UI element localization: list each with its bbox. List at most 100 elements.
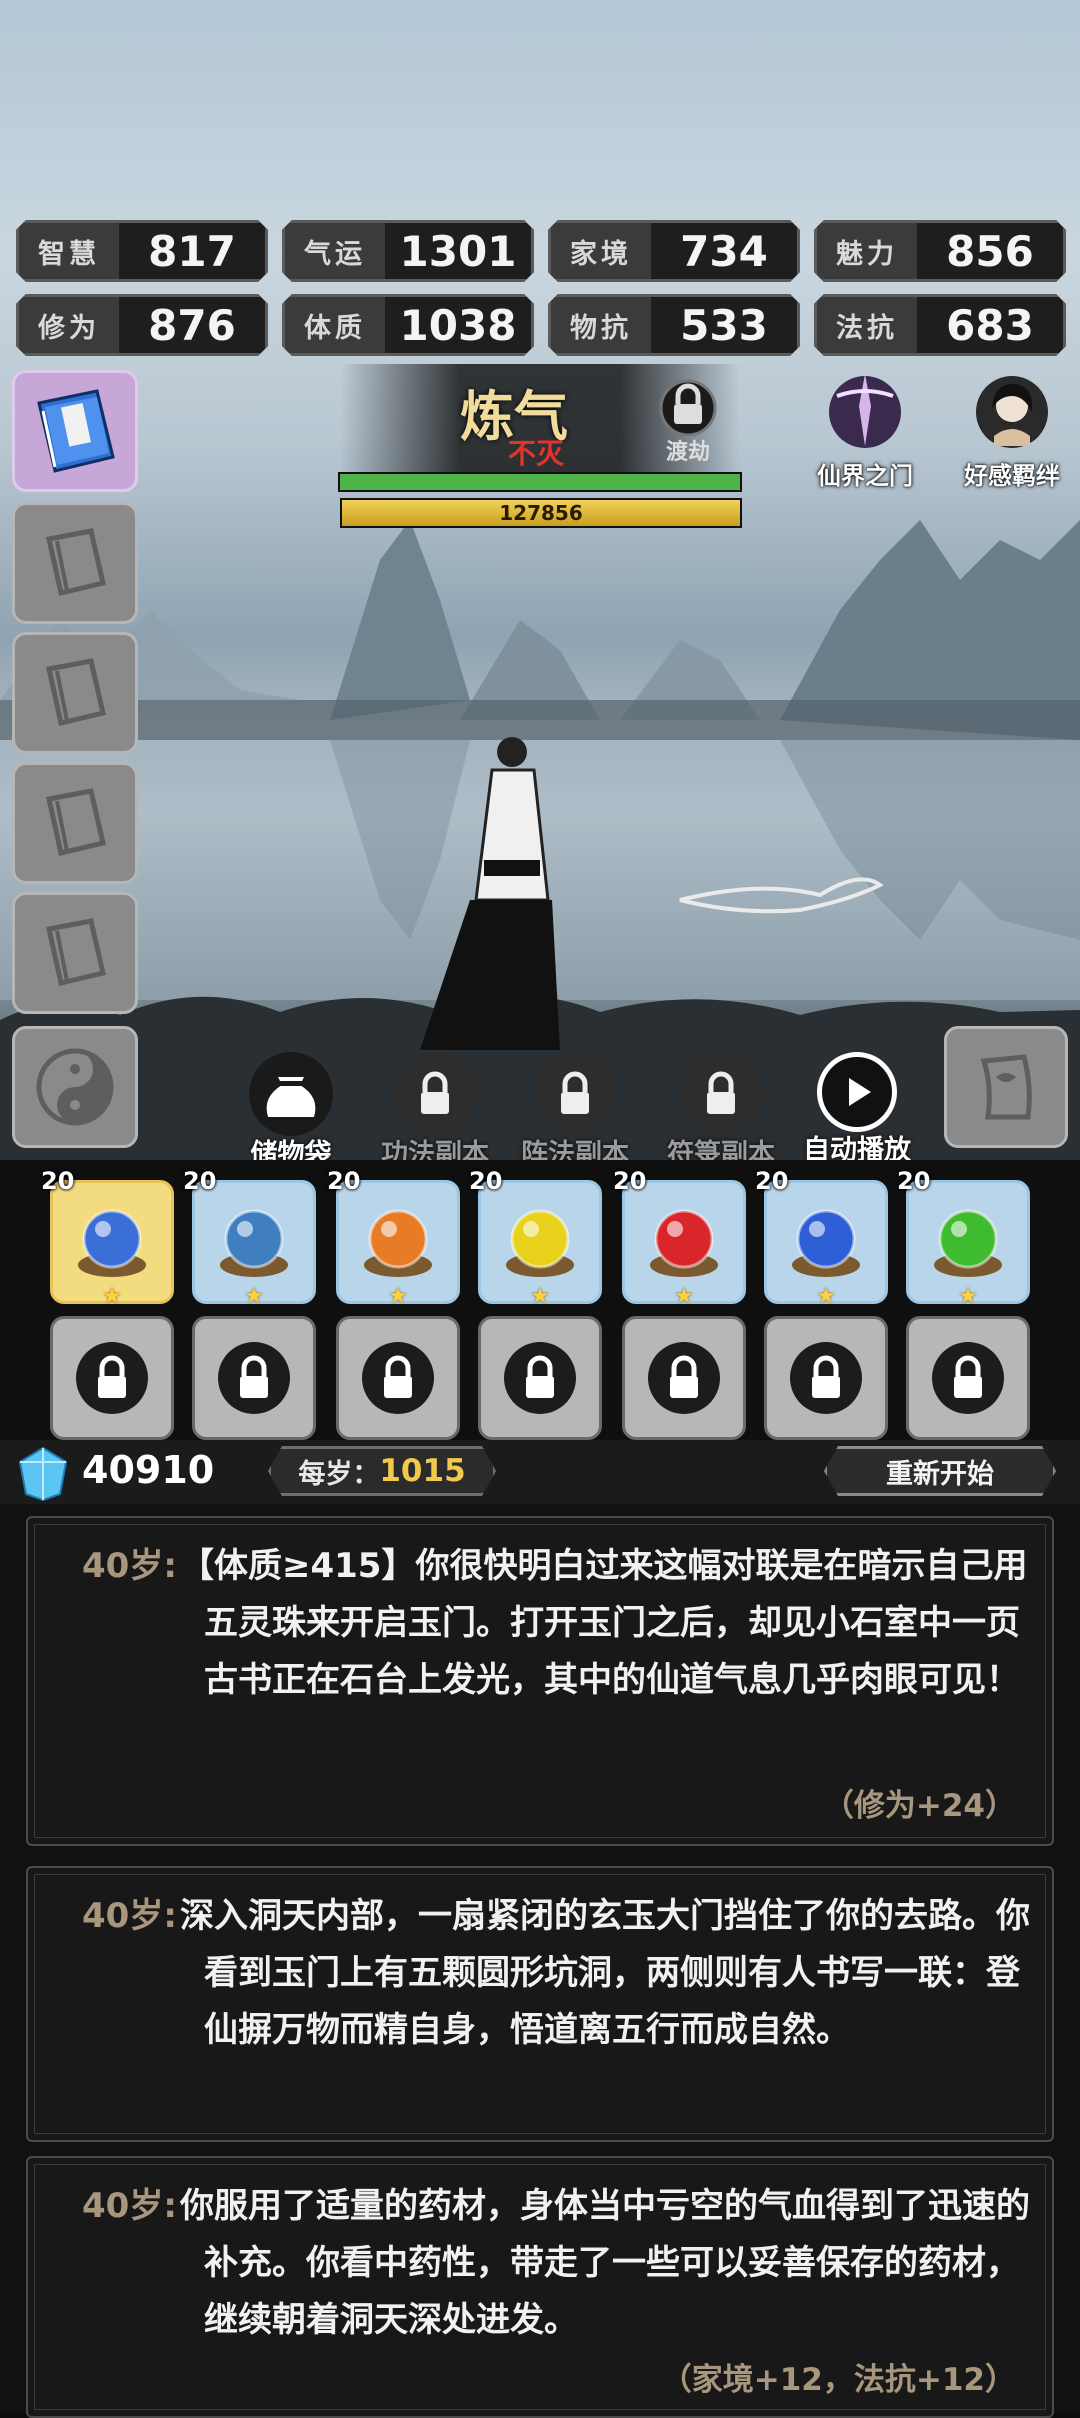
per-year-label: 每岁：	[298, 1458, 380, 1490]
stat-wisdom: 智慧 817	[16, 220, 268, 282]
scroll-button[interactable]	[944, 1026, 1068, 1148]
yin-yang-icon	[36, 1048, 114, 1126]
log-entry: 40岁: 深入洞天内部，一扇紧闭的玄玉大门挡住了你的去路。你看到玉门上有五颗圆形…	[26, 1866, 1054, 2142]
technique-dungeon-button[interactable]: 功法副本	[370, 1052, 500, 1171]
stat-label: 家境	[551, 223, 651, 279]
bag-icon	[266, 1077, 316, 1117]
affinity-button[interactable]: 好感羁绊	[944, 366, 1080, 491]
tribulation-label: 渡劫	[665, 440, 710, 465]
stat-value: 856	[946, 226, 1034, 276]
action-icon-wrap	[817, 1052, 897, 1132]
lock-icon	[790, 1342, 862, 1414]
stat-value: 1301	[399, 226, 517, 276]
storage-bag-button[interactable]: 储物袋	[226, 1052, 356, 1171]
event-log: 40岁: 【体质≥415】你很快明白过来这幅对联是在暗示自己用五灵珠来开启玉门。…	[0, 1504, 1080, 2418]
item-slot[interactable]: 20 ★	[755, 1167, 888, 1309]
log-text: 【体质≥415】你很快明白过来这幅对联是在暗示自己用五灵珠来开启玉门。打开玉门之…	[180, 1546, 1028, 1700]
lock-icon	[648, 1342, 720, 1414]
crystal-icon	[18, 1446, 68, 1502]
locked-item-slot[interactable]	[906, 1316, 1030, 1440]
per-year-value: 1015	[379, 1453, 466, 1489]
item-slot[interactable]: 20 ★	[327, 1167, 460, 1309]
locked-item-slot[interactable]	[192, 1316, 316, 1440]
exp-value: 127856	[499, 501, 583, 525]
star-icon: ★	[102, 1284, 122, 1309]
locked-item-slot[interactable]	[50, 1316, 174, 1440]
locked-item-slot[interactable]	[622, 1316, 746, 1440]
book-icon	[46, 658, 106, 727]
health-bar	[338, 472, 742, 492]
health-bar-fill	[340, 474, 740, 490]
ink-landscape	[0, 520, 1080, 1160]
locked-item-slot[interactable]	[478, 1316, 602, 1440]
item-slot[interactable]: 20 ★	[41, 1167, 174, 1309]
lock-icon	[362, 1342, 434, 1414]
game-scene	[0, 0, 1080, 1160]
item-slot[interactable]: 20 ★	[469, 1167, 602, 1309]
lock-icon	[504, 1342, 576, 1414]
portal-icon	[829, 374, 901, 448]
lock-icon	[76, 1342, 148, 1414]
item-grid: 20 ★ 20 ★ 20 ★ 20 ★ 20 ★ 20 ★ 20 ★	[0, 1160, 1080, 1440]
log-age: 40岁:	[82, 2186, 177, 2226]
lock-icon	[707, 1071, 735, 1114]
stat-value: 683	[946, 300, 1034, 350]
stat-magic-resist: 法抗 683	[814, 294, 1066, 356]
formation-dungeon-button[interactable]: 阵法副本	[510, 1052, 640, 1171]
talisman-dungeon-button[interactable]: 符箓副本	[656, 1052, 786, 1171]
blue-orb-icon	[792, 1209, 860, 1277]
lock-icon	[561, 1071, 589, 1114]
item-slot[interactable]: 20 ★	[183, 1167, 316, 1309]
item-slot[interactable]: 20 ★	[613, 1167, 746, 1309]
immortal-gate-label: 仙界之门	[817, 462, 913, 490]
play-icon	[849, 1078, 871, 1106]
stat-charm: 魅力 856	[814, 220, 1066, 282]
book-icon	[46, 528, 106, 597]
action-icon-wrap	[249, 1052, 333, 1136]
stat-value: 734	[680, 226, 768, 276]
gem-count: 40910	[82, 1448, 215, 1492]
star-icon: ★	[674, 1284, 694, 1309]
locked-item-slot[interactable]	[336, 1316, 460, 1440]
taiji-button[interactable]	[12, 1026, 138, 1148]
exp-bar: 127856	[340, 498, 742, 528]
restart-button[interactable]: 重新开始	[824, 1446, 1056, 1496]
skill-book-slot-3[interactable]	[12, 632, 138, 754]
locked-item-slot[interactable]	[764, 1316, 888, 1440]
stat-label: 物抗	[551, 297, 651, 353]
yellow-orb-icon	[506, 1209, 574, 1277]
star-icon: ★	[388, 1284, 408, 1309]
auto-play-button[interactable]: 自动播放	[792, 1052, 922, 1167]
item-slot[interactable]: 20 ★	[897, 1167, 1030, 1309]
lock-icon	[218, 1342, 290, 1414]
scroll-icon	[980, 1054, 1032, 1120]
log-text: 你服用了适量的药材，身体当中亏空的气血得到了迅速的补充。你看中药性，带走了一些可…	[180, 2186, 1030, 2340]
log-effect: （家境+12，法抗+12）	[660, 2362, 1016, 2398]
book-icon	[46, 918, 106, 987]
green-orb-icon	[934, 1209, 1002, 1277]
star-icon: ★	[958, 1284, 978, 1309]
lock-icon	[932, 1342, 1004, 1414]
tribulation-button[interactable]: 渡劫	[646, 374, 730, 466]
stat-value: 876	[148, 300, 236, 350]
currency-bar: 40910 每岁： 1015 重新开始	[0, 1440, 1080, 1504]
skill-book-slot-1[interactable]	[12, 370, 138, 492]
skill-book-slot-4[interactable]	[12, 762, 138, 884]
stat-family: 家境 734	[548, 220, 800, 282]
skill-book-slot-5[interactable]	[12, 892, 138, 1014]
log-age: 40岁:	[82, 1896, 177, 1936]
stat-physique: 体质 1038	[282, 294, 534, 356]
stat-phys-resist: 物抗 533	[548, 294, 800, 356]
boots-icon	[220, 1209, 288, 1277]
stat-value: 1038	[399, 300, 517, 350]
log-entry: 40岁: 你服用了适量的药材，身体当中亏空的气血得到了迅速的补充。你看中药性，带…	[26, 2156, 1054, 2418]
log-effect: （修为+24）	[822, 1788, 1016, 1824]
blue-book-icon	[37, 389, 115, 473]
immortal-gate-button[interactable]: 仙界之门	[800, 366, 930, 491]
stat-label: 法抗	[817, 297, 917, 353]
blue-orb-ornament-icon	[78, 1209, 146, 1277]
action-icon-wrap	[679, 1052, 763, 1136]
star-icon: ★	[530, 1284, 550, 1309]
character-portrait-icon	[976, 376, 1048, 448]
skill-book-slot-2[interactable]	[12, 502, 138, 624]
